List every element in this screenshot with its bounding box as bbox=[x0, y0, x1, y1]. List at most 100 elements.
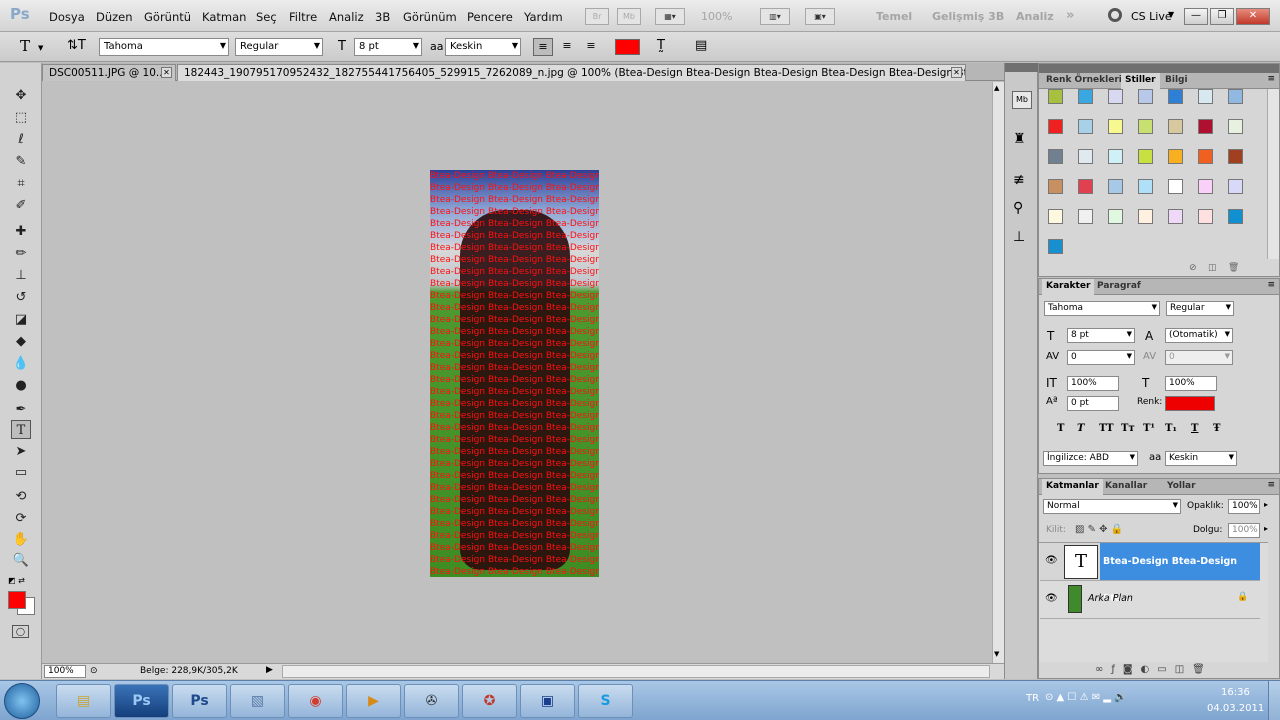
media-player-taskbar-icon[interactable]: ▶ bbox=[346, 684, 401, 718]
opacity-slider-arrow-icon[interactable]: ▸ bbox=[1264, 500, 1268, 509]
style-swatch[interactable] bbox=[1138, 149, 1153, 164]
tab-kanallar[interactable]: Kanallar bbox=[1101, 479, 1151, 495]
char-vscale-input[interactable]: 100% bbox=[1067, 376, 1119, 391]
style-swatch[interactable] bbox=[1078, 209, 1093, 224]
char-size-input[interactable]: 8 pt ▼ bbox=[1067, 328, 1135, 343]
history-icon[interactable]: ♜ bbox=[1013, 131, 1026, 147]
vertical-scrollbar[interactable]: ▲ ▼ bbox=[992, 82, 1004, 663]
clone-source-icon[interactable]: ⚲ bbox=[1013, 200, 1023, 216]
pen-tool-icon[interactable]: ✒ bbox=[11, 400, 31, 419]
font-style-select[interactable]: Regular ▼ bbox=[235, 38, 323, 56]
status-icon[interactable]: ⊙ bbox=[90, 666, 98, 676]
tab-karakter[interactable]: Karakter bbox=[1042, 279, 1095, 295]
char-color-swatch[interactable] bbox=[1165, 396, 1215, 411]
layer-name[interactable]: Arka Plan bbox=[1088, 593, 1133, 604]
paint-bucket-tool-icon[interactable]: ◆ bbox=[11, 332, 31, 351]
brush-presets-icon[interactable]: ≢ bbox=[1013, 172, 1025, 188]
font-family-select[interactable]: Tahoma ▼ bbox=[99, 38, 229, 56]
quick-selection-tool-icon[interactable]: ✎ bbox=[11, 152, 31, 171]
blur-tool-icon[interactable]: 💧 bbox=[11, 354, 31, 373]
menu-duzen[interactable]: Düzen bbox=[96, 10, 133, 24]
tab-katmanlar[interactable]: Katmanlar bbox=[1042, 479, 1103, 495]
tab-yollar[interactable]: Yollar bbox=[1163, 479, 1200, 495]
small-caps-button[interactable]: Tт bbox=[1121, 423, 1135, 434]
move-tool-icon[interactable]: ✥ bbox=[11, 86, 31, 105]
tool-presets-icon[interactable]: ⊥ bbox=[1013, 229, 1025, 245]
tab-active-document[interactable]: 182443_190795170952432_182755441756405_5… bbox=[177, 64, 966, 81]
lock-icons[interactable]: ▨ ✎ ✥ 🔒 bbox=[1075, 524, 1123, 535]
language-select[interactable]: İngilizce: ABD ▼ bbox=[1043, 451, 1138, 466]
opacity-input[interactable]: 100% bbox=[1228, 499, 1260, 514]
style-swatch[interactable] bbox=[1228, 179, 1243, 194]
layer-row-background[interactable]: 👁 Arka Plan 🔒 bbox=[1040, 581, 1260, 619]
styles-scrollbar[interactable] bbox=[1267, 89, 1279, 259]
subscript-button[interactable]: T₁ bbox=[1165, 423, 1177, 434]
menu-sec[interactable]: Seç bbox=[256, 10, 277, 24]
menu-3b[interactable]: 3B bbox=[375, 10, 390, 24]
screen-mode-button[interactable]: ▣▾ bbox=[805, 8, 835, 25]
align-left-icon[interactable]: ≡ bbox=[533, 38, 553, 56]
scroll-down-icon[interactable]: ▼ bbox=[994, 650, 999, 658]
text-color-swatch[interactable] bbox=[615, 39, 640, 55]
workspace-gelismis-3b[interactable]: Gelişmiş 3B bbox=[932, 10, 1004, 23]
eyedropper-tool-icon[interactable]: ✐ bbox=[11, 196, 31, 215]
minimize-button[interactable]: — bbox=[1184, 8, 1208, 25]
marquee-tool-icon[interactable]: ⬚ bbox=[11, 108, 31, 127]
default-colors-icon[interactable]: ◩ ⇄ bbox=[8, 576, 25, 585]
style-swatch[interactable] bbox=[1228, 149, 1243, 164]
style-swatch[interactable] bbox=[1168, 119, 1183, 134]
style-swatch[interactable] bbox=[1228, 119, 1243, 134]
photoshop-taskbar-button[interactable]: Ps bbox=[114, 684, 169, 718]
menu-dosya[interactable]: Dosya bbox=[49, 10, 85, 24]
strip-header[interactable] bbox=[1005, 63, 1038, 72]
crop-tool-icon[interactable]: ⌗ bbox=[11, 174, 31, 193]
3d-rotate-tool-icon[interactable]: ⟲ bbox=[11, 487, 31, 506]
style-swatch[interactable] bbox=[1198, 209, 1213, 224]
zoom-level[interactable]: 100% bbox=[701, 10, 732, 23]
align-center-icon[interactable]: ≡ bbox=[557, 38, 577, 56]
workspace-temel[interactable]: Temel bbox=[876, 10, 912, 23]
scroll-up-icon[interactable]: ▲ bbox=[994, 84, 999, 92]
style-swatch[interactable] bbox=[1138, 119, 1153, 134]
superscript-button[interactable]: T¹ bbox=[1143, 423, 1155, 434]
style-swatch[interactable] bbox=[1228, 209, 1243, 224]
menu-pencere[interactable]: Pencere bbox=[467, 10, 513, 24]
document-image[interactable]: Btea-Design Btea-Design Btea-Design Btea… bbox=[430, 170, 599, 577]
game-taskbar-icon[interactable]: ✪ bbox=[462, 684, 517, 718]
style-swatch[interactable] bbox=[1048, 179, 1063, 194]
healing-brush-tool-icon[interactable]: ✚ bbox=[11, 222, 31, 241]
horizontal-scrollbar[interactable] bbox=[282, 665, 990, 678]
paint-taskbar-icon[interactable]: ▧ bbox=[230, 684, 285, 718]
status-zoom[interactable]: 100% bbox=[44, 665, 86, 678]
chevron-down-icon[interactable]: ▼ bbox=[38, 44, 43, 52]
start-button[interactable] bbox=[4, 683, 40, 719]
style-swatch[interactable] bbox=[1048, 239, 1063, 254]
faux-bold-button[interactable]: T bbox=[1057, 423, 1064, 434]
tab-dsc00511[interactable]: DSC00511.JPG @ 10... ✕ bbox=[42, 64, 176, 81]
style-swatch[interactable] bbox=[1108, 209, 1123, 224]
view-extras-button[interactable]: ▦▾ bbox=[655, 8, 685, 25]
type-tool-icon[interactable]: T bbox=[11, 420, 31, 439]
layers-footer-icons[interactable]: ∞ƒ◙◐▭◫🗑 bbox=[1095, 664, 1213, 675]
faux-italic-button[interactable]: T bbox=[1077, 423, 1084, 434]
explorer-taskbar-icon[interactable]: ▤ bbox=[56, 684, 111, 718]
style-swatch[interactable] bbox=[1138, 209, 1153, 224]
workspace-analiz[interactable]: Analiz bbox=[1016, 10, 1054, 23]
style-swatch[interactable] bbox=[1168, 89, 1183, 104]
language-indicator[interactable]: TR bbox=[1026, 693, 1039, 704]
panel-menu-icon[interactable]: ≡ bbox=[1267, 280, 1275, 290]
style-swatch[interactable] bbox=[1048, 119, 1063, 134]
menu-yardim[interactable]: Yardım bbox=[524, 10, 563, 24]
menu-analiz[interactable]: Analiz bbox=[329, 10, 364, 24]
film-reel-taskbar-icon[interactable]: ✇ bbox=[404, 684, 459, 718]
panel-header[interactable] bbox=[1039, 64, 1279, 73]
chevron-down-icon[interactable]: ▼ bbox=[1168, 10, 1174, 19]
style-swatch[interactable] bbox=[1078, 179, 1093, 194]
char-tracking-input[interactable]: 0 ▼ bbox=[1165, 350, 1233, 365]
bridge-button[interactable]: Br bbox=[585, 8, 609, 25]
clock-time[interactable]: 16:36 bbox=[1221, 687, 1250, 698]
font-size-input[interactable]: 8 pt ▼ bbox=[354, 38, 422, 56]
fill-input[interactable]: 100% bbox=[1228, 523, 1260, 538]
lasso-tool-icon[interactable]: ℓ bbox=[11, 130, 31, 149]
style-swatch[interactable] bbox=[1078, 149, 1093, 164]
